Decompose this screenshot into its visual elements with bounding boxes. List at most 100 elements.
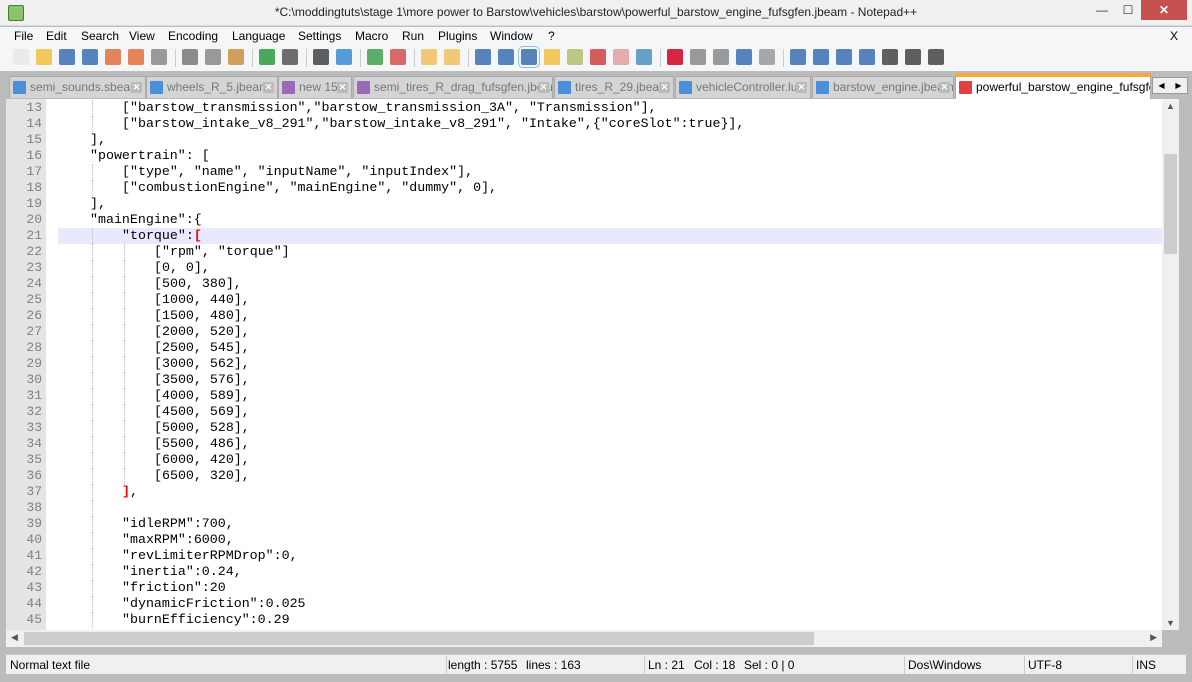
run-macro-multiple-icon[interactable] <box>736 49 752 65</box>
redo-icon[interactable] <box>282 49 298 65</box>
cut-icon[interactable] <box>182 49 198 65</box>
tab-semi-sounds-sbeam[interactable]: semi_sounds.sbeam ✕ <box>9 76 146 98</box>
code-line[interactable]: [3000, 562], <box>58 356 1162 372</box>
save-all-icon[interactable] <box>82 49 98 65</box>
scroll-up-icon[interactable] <box>813 49 829 65</box>
word-wrap-icon[interactable] <box>475 49 491 65</box>
user-language-icon[interactable] <box>544 49 560 65</box>
code-line[interactable]: [2500, 545], <box>58 340 1162 356</box>
find-icon[interactable] <box>313 49 329 65</box>
indent-guide-icon[interactable] <box>518 46 540 68</box>
play-macro-icon[interactable] <box>713 49 729 65</box>
tab-close-icon[interactable]: ✕ <box>796 82 807 93</box>
tab-close-icon[interactable]: ✕ <box>337 82 348 93</box>
menu-settings[interactable]: Settings <box>298 29 341 43</box>
plugin-3-icon[interactable] <box>928 49 944 65</box>
undo-icon[interactable] <box>259 49 275 65</box>
menu-search[interactable]: Search <box>81 29 119 43</box>
scroll-down-icon[interactable] <box>836 49 852 65</box>
code-line[interactable]: "idleRPM":700, <box>58 516 1162 532</box>
code-line[interactable]: [3500, 576], <box>58 372 1162 388</box>
tab-scroll-right[interactable]: ▶ <box>1170 78 1187 93</box>
horizontal-scrollbar[interactable]: ◀ ▶ <box>6 630 1162 647</box>
tab-scroll-left[interactable]: ◀ <box>1153 78 1170 93</box>
sync-horizontal-icon[interactable] <box>444 49 460 65</box>
scroll-up-arrow-icon[interactable]: ▲ <box>1162 101 1179 111</box>
code-line[interactable]: [5500, 486], <box>58 436 1162 452</box>
tab-close-icon[interactable]: ✕ <box>131 82 142 93</box>
code-line[interactable]: ], <box>58 484 1162 500</box>
code-line[interactable]: "burnEfficiency":0.29 <box>58 612 1162 628</box>
paste-icon[interactable] <box>228 49 244 65</box>
code-line[interactable]: "powertrain": [ <box>58 148 1162 164</box>
open-file-icon[interactable] <box>36 49 52 65</box>
menu-encoding[interactable]: Encoding <box>168 29 218 43</box>
zoom-in-icon[interactable] <box>367 49 383 65</box>
vertical-scrollbar[interactable]: ▲ ▼ <box>1162 99 1179 630</box>
zoom-out-icon[interactable] <box>390 49 406 65</box>
tab-tires-r-29-jbeam[interactable]: tires_R_29.jbeam ✕ <box>554 76 674 98</box>
fold-margin[interactable] <box>46 99 58 630</box>
print-icon[interactable] <box>151 49 167 65</box>
menu-edit[interactable]: Edit <box>46 29 67 43</box>
vertical-scroll-thumb[interactable] <box>1164 154 1177 254</box>
tab-wheels-r-5-jbeam[interactable]: wheels_R_5.jbeam ✕ <box>146 76 278 98</box>
menu-run[interactable]: Run <box>402 29 424 43</box>
plugin-h-icon[interactable] <box>905 49 921 65</box>
maximize-button[interactable]: ☐ <box>1115 0 1141 20</box>
copy-icon[interactable] <box>205 49 221 65</box>
function-list-icon[interactable] <box>590 49 606 65</box>
code-line[interactable]: ["type", "name", "inputName", "inputInde… <box>58 164 1162 180</box>
code-line[interactable]: "revLimiterRPMDrop":0, <box>58 548 1162 564</box>
code-line[interactable]: [5000, 528], <box>58 420 1162 436</box>
code-line[interactable]: ], <box>58 196 1162 212</box>
document-map-icon[interactable] <box>567 49 583 65</box>
replace-icon[interactable] <box>336 49 352 65</box>
code-line[interactable]: ["barstow_transmission","barstow_transmi… <box>58 100 1162 116</box>
tab-close-icon[interactable]: ✕ <box>939 82 950 93</box>
code-line[interactable]: "inertia":0.24, <box>58 564 1162 580</box>
menu-file[interactable]: File <box>14 29 33 43</box>
status-insert-mode[interactable]: INS <box>1136 658 1156 672</box>
monitoring-icon[interactable] <box>636 49 652 65</box>
scroll-left-arrow-icon[interactable]: ◀ <box>11 632 18 643</box>
close-button[interactable]: ✕ <box>1141 0 1187 20</box>
scroll-top-icon[interactable] <box>790 49 806 65</box>
close-all-icon[interactable] <box>128 49 144 65</box>
save-icon[interactable] <box>59 49 75 65</box>
scroll-down-arrow-icon[interactable]: ▼ <box>1162 618 1179 628</box>
editor[interactable]: 13 14 15 16 17 18 19 20 21 22 23 24 25 26 27 28 29 30 31 32… <box>6 99 1178 630</box>
show-all-chars-icon[interactable] <box>498 49 514 65</box>
folder-workspace-icon[interactable] <box>613 49 629 65</box>
tab-powerful-barstow-engine-fufsgfen-jbeam[interactable]: powerful_barstow_engine_fufsgfen.jbeam <box>955 73 1151 99</box>
stop-record-icon[interactable] <box>690 49 706 65</box>
code-line[interactable]: "maxRPM":6000, <box>58 532 1162 548</box>
current-code-line[interactable]: "torque":[ <box>58 228 1162 244</box>
tab-close-icon[interactable]: ✕ <box>659 82 670 93</box>
menu-window[interactable]: Window <box>490 29 533 43</box>
code-line[interactable]: [0, 0], <box>58 260 1162 276</box>
code-line[interactable]: ], <box>58 132 1162 148</box>
code-line[interactable]: "dynamicFriction":0.025 <box>58 596 1162 612</box>
menu-plugins[interactable]: Plugins <box>438 29 477 43</box>
minimize-button[interactable]: — <box>1089 0 1115 20</box>
menu-macro[interactable]: Macro <box>355 29 388 43</box>
tab-close-icon[interactable]: ✕ <box>263 82 274 93</box>
horizontal-scroll-thumb[interactable] <box>24 632 814 645</box>
menu-close-document[interactable]: X <box>1170 29 1178 43</box>
scroll-right-arrow-icon[interactable]: ▶ <box>1150 632 1157 643</box>
code-line[interactable]: "friction":20 <box>58 580 1162 596</box>
code-line[interactable]: [4500, 569], <box>58 404 1162 420</box>
code-line[interactable]: [500, 380], <box>58 276 1162 292</box>
menu-language[interactable]: Language <box>232 29 285 43</box>
tab-semi-tires-r-drag-fufsgfen-jbeam[interactable]: semi_tires_R_drag_fufsgfen.jbeam ✕ <box>353 76 553 98</box>
record-macro-icon[interactable] <box>667 49 683 65</box>
new-file-icon[interactable] <box>13 49 29 65</box>
code-line[interactable]: [2000, 520], <box>58 324 1162 340</box>
tab-barstow-engine-jbeam[interactable]: barstow_engine.jbeam ✕ <box>812 76 954 98</box>
save-macro-icon[interactable] <box>759 49 775 65</box>
code-line[interactable]: ["barstow_intake_v8_291","barstow_intake… <box>58 116 1162 132</box>
code-line[interactable]: "mainEngine":{ <box>58 212 1162 228</box>
plugin-1-icon[interactable] <box>882 49 898 65</box>
code-line[interactable]: [1500, 480], <box>58 308 1162 324</box>
